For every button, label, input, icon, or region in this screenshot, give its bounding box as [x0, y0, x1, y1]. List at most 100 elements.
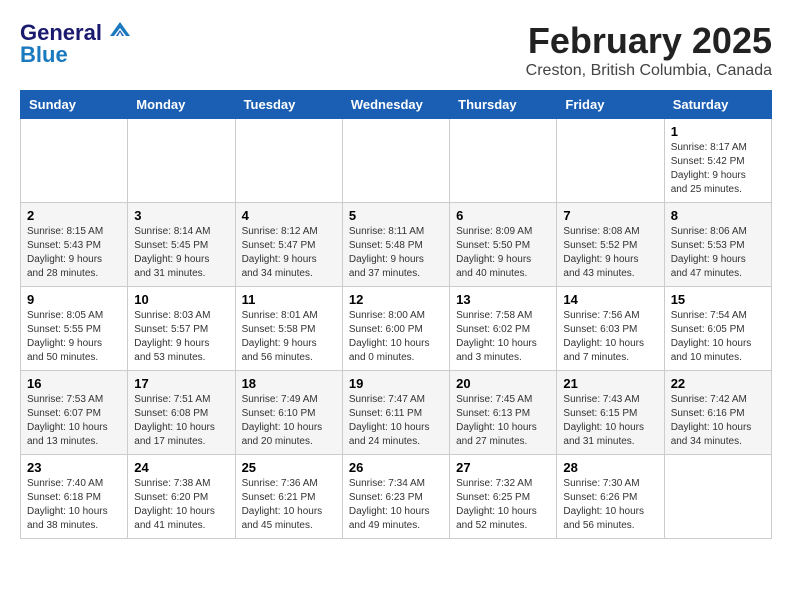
day-number: 4 — [242, 208, 336, 223]
day-info: Sunrise: 7:58 AM Sunset: 6:02 PM Dayligh… — [456, 309, 550, 365]
weekday-header-saturday: Saturday — [664, 91, 771, 119]
day-number: 22 — [671, 376, 765, 391]
day-number: 20 — [456, 376, 550, 391]
day-number: 23 — [27, 460, 121, 475]
calendar-cell: 18 Sunrise: 7:49 AM Sunset: 6:10 PM Dayli… — [235, 371, 342, 455]
title-block: February 2025 Creston, British Columbia,… — [526, 20, 772, 80]
calendar-cell: 9 Sunrise: 8:05 AM Sunset: 5:55 PM Daylig… — [21, 287, 128, 371]
day-info: Sunrise: 8:06 AM Sunset: 5:53 PM Dayligh… — [671, 225, 765, 281]
day-number: 16 — [27, 376, 121, 391]
day-info: Sunrise: 8:08 AM Sunset: 5:52 PM Dayligh… — [563, 225, 657, 281]
calendar-cell: 4 Sunrise: 8:12 AM Sunset: 5:47 PM Daylig… — [235, 203, 342, 287]
weekday-header-wednesday: Wednesday — [342, 91, 449, 119]
day-number: 12 — [349, 292, 443, 307]
weekday-header-tuesday: Tuesday — [235, 91, 342, 119]
calendar-cell — [21, 119, 128, 203]
day-info: Sunrise: 8:00 AM Sunset: 6:00 PM Dayligh… — [349, 309, 443, 365]
calendar-cell: 28Sunrise: 7:30 AM Sunset: 6:26 PM Dayli… — [557, 455, 664, 539]
calendar-cell: 3 Sunrise: 8:14 AM Sunset: 5:45 PM Daylig… — [128, 203, 235, 287]
calendar-cell: 2Sunrise: 8:15 AM Sunset: 5:43 PM Daylig… — [21, 203, 128, 287]
day-info: Sunrise: 7:54 AM Sunset: 6:05 PM Dayligh… — [671, 309, 765, 365]
calendar-cell: 21 Sunrise: 7:43 AM Sunset: 6:15 PM Dayli… — [557, 371, 664, 455]
day-number: 9 — [27, 292, 121, 307]
location-title: Creston, British Columbia, Canada — [526, 62, 772, 80]
calendar-cell: 11 Sunrise: 8:01 AM Sunset: 5:58 PM Dayli… — [235, 287, 342, 371]
calendar-cell: 20 Sunrise: 7:45 AM Sunset: 6:13 PM Dayli… — [450, 371, 557, 455]
day-info: Sunrise: 8:14 AM Sunset: 5:45 PM Dayligh… — [134, 225, 228, 281]
day-number: 19 — [349, 376, 443, 391]
calendar-cell: 5 Sunrise: 8:11 AM Sunset: 5:48 PM Daylig… — [342, 203, 449, 287]
day-info: Sunrise: 7:56 AM Sunset: 6:03 PM Dayligh… — [563, 309, 657, 365]
day-number: 1 — [671, 124, 765, 139]
logo: General Blue — [20, 20, 134, 68]
weekday-header-monday: Monday — [128, 91, 235, 119]
calendar-cell: 22Sunrise: 7:42 AM Sunset: 6:16 PM Dayli… — [664, 371, 771, 455]
logo-icon — [106, 20, 134, 40]
calendar-cell: 8 Sunrise: 8:06 AM Sunset: 5:53 PM Daylig… — [664, 203, 771, 287]
calendar-cell: 17 Sunrise: 7:51 AM Sunset: 6:08 PM Dayli… — [128, 371, 235, 455]
calendar-cell: 6 Sunrise: 8:09 AM Sunset: 5:50 PM Daylig… — [450, 203, 557, 287]
day-info: Sunrise: 8:09 AM Sunset: 5:50 PM Dayligh… — [456, 225, 550, 281]
calendar-cell — [557, 119, 664, 203]
day-number: 11 — [242, 292, 336, 307]
calendar-cell: 1 Sunrise: 8:17 AM Sunset: 5:42 PM Daylig… — [664, 119, 771, 203]
weekday-header-friday: Friday — [557, 91, 664, 119]
day-number: 13 — [456, 292, 550, 307]
day-info: Sunrise: 8:11 AM Sunset: 5:48 PM Dayligh… — [349, 225, 443, 281]
calendar-cell — [235, 119, 342, 203]
day-info: Sunrise: 8:01 AM Sunset: 5:58 PM Dayligh… — [242, 309, 336, 365]
calendar-table: SundayMondayTuesdayWednesdayThursdayFrid… — [20, 90, 772, 539]
day-number: 3 — [134, 208, 228, 223]
calendar-cell — [450, 119, 557, 203]
day-info: Sunrise: 7:45 AM Sunset: 6:13 PM Dayligh… — [456, 393, 550, 449]
calendar-cell: 13 Sunrise: 7:58 AM Sunset: 6:02 PM Dayli… — [450, 287, 557, 371]
calendar-cell: 19 Sunrise: 7:47 AM Sunset: 6:11 PM Dayli… — [342, 371, 449, 455]
day-info: Sunrise: 8:05 AM Sunset: 5:55 PM Dayligh… — [27, 309, 121, 365]
calendar-week-3: 9 Sunrise: 8:05 AM Sunset: 5:55 PM Daylig… — [21, 287, 772, 371]
calendar-cell: 14Sunrise: 7:56 AM Sunset: 6:03 PM Dayli… — [557, 287, 664, 371]
day-number: 15 — [671, 292, 765, 307]
calendar-cell: 26Sunrise: 7:34 AM Sunset: 6:23 PM Dayli… — [342, 455, 449, 539]
day-info: Sunrise: 7:51 AM Sunset: 6:08 PM Dayligh… — [134, 393, 228, 449]
day-number: 18 — [242, 376, 336, 391]
day-info: Sunrise: 7:47 AM Sunset: 6:11 PM Dayligh… — [349, 393, 443, 449]
calendar-cell: 12 Sunrise: 8:00 AM Sunset: 6:00 PM Dayli… — [342, 287, 449, 371]
day-number: 8 — [671, 208, 765, 223]
day-number: 27 — [456, 460, 550, 475]
calendar-week-1: 1 Sunrise: 8:17 AM Sunset: 5:42 PM Daylig… — [21, 119, 772, 203]
day-info: Sunrise: 7:36 AM Sunset: 6:21 PM Dayligh… — [242, 477, 336, 533]
calendar-cell — [342, 119, 449, 203]
logo-text-general: General — [20, 20, 102, 45]
calendar-cell: 7 Sunrise: 8:08 AM Sunset: 5:52 PM Daylig… — [557, 203, 664, 287]
calendar-cell: 16 Sunrise: 7:53 AM Sunset: 6:07 PM Dayli… — [21, 371, 128, 455]
calendar-cell: 25 Sunrise: 7:36 AM Sunset: 6:21 PM Dayli… — [235, 455, 342, 539]
page-header: General Blue February 2025 Creston, Brit… — [20, 20, 772, 80]
calendar-week-2: 2Sunrise: 8:15 AM Sunset: 5:43 PM Daylig… — [21, 203, 772, 287]
calendar-cell: 24Sunrise: 7:38 AM Sunset: 6:20 PM Dayli… — [128, 455, 235, 539]
day-info: Sunrise: 7:53 AM Sunset: 6:07 PM Dayligh… — [27, 393, 121, 449]
day-number: 7 — [563, 208, 657, 223]
day-number: 21 — [563, 376, 657, 391]
calendar-cell: 27Sunrise: 7:32 AM Sunset: 6:25 PM Dayli… — [450, 455, 557, 539]
day-number: 26 — [349, 460, 443, 475]
calendar-cell — [664, 455, 771, 539]
weekday-header-sunday: Sunday — [21, 91, 128, 119]
day-number: 25 — [242, 460, 336, 475]
calendar-cell: 10Sunrise: 8:03 AM Sunset: 5:57 PM Dayli… — [128, 287, 235, 371]
day-info: Sunrise: 7:49 AM Sunset: 6:10 PM Dayligh… — [242, 393, 336, 449]
day-number: 5 — [349, 208, 443, 223]
month-title: February 2025 — [526, 20, 772, 62]
day-info: Sunrise: 7:43 AM Sunset: 6:15 PM Dayligh… — [563, 393, 657, 449]
calendar-week-5: 23 Sunrise: 7:40 AM Sunset: 6:18 PM Dayli… — [21, 455, 772, 539]
day-number: 24 — [134, 460, 228, 475]
day-info: Sunrise: 8:17 AM Sunset: 5:42 PM Dayligh… — [671, 141, 765, 197]
day-info: Sunrise: 8:12 AM Sunset: 5:47 PM Dayligh… — [242, 225, 336, 281]
calendar-cell: 23 Sunrise: 7:40 AM Sunset: 6:18 PM Dayli… — [21, 455, 128, 539]
calendar-cell — [128, 119, 235, 203]
day-number: 17 — [134, 376, 228, 391]
weekday-header-thursday: Thursday — [450, 91, 557, 119]
day-number: 28 — [563, 460, 657, 475]
day-info: Sunrise: 7:40 AM Sunset: 6:18 PM Dayligh… — [27, 477, 121, 533]
calendar-week-4: 16 Sunrise: 7:53 AM Sunset: 6:07 PM Dayli… — [21, 371, 772, 455]
day-number: 6 — [456, 208, 550, 223]
